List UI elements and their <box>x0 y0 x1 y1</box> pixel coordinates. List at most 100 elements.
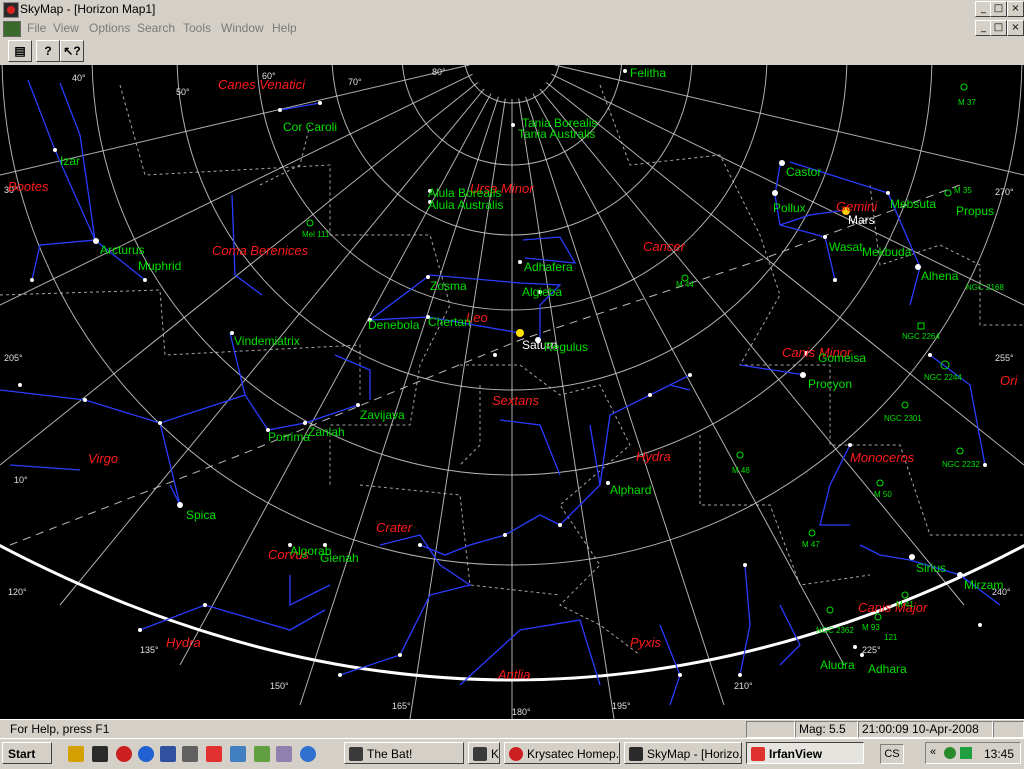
close-button[interactable]: × <box>1007 1 1024 17</box>
dso-label: M 44 <box>676 280 694 289</box>
constellation-label: Canes Venatici <box>218 77 306 92</box>
star-label[interactable]: Zavijava <box>360 408 405 422</box>
constellation-label: Canis Major <box>858 600 928 615</box>
document-icon[interactable] <box>3 21 21 37</box>
open-folder-icon[interactable]: ▤ <box>8 40 32 62</box>
star-label[interactable]: Zosma <box>430 279 467 293</box>
start-button[interactable]: Start <box>2 742 52 764</box>
ie-icon[interactable] <box>138 746 154 762</box>
star-label[interactable]: Procyon <box>808 377 852 391</box>
star-label[interactable]: Mirzam <box>964 578 1003 592</box>
deg-label: 195° <box>612 701 631 711</box>
quicklaunch-icon[interactable] <box>92 746 108 762</box>
star-label[interactable]: Chertan <box>428 315 471 329</box>
floppy-icon[interactable] <box>160 746 176 762</box>
tray-icon[interactable] <box>944 747 956 759</box>
star-label[interactable]: Algieba <box>522 285 562 299</box>
task-k[interactable]: K <box>468 742 500 764</box>
menu-options[interactable]: Options <box>89 21 130 35</box>
deg-label: 40° <box>72 73 86 83</box>
star-label[interactable]: Mebsuta <box>890 197 936 211</box>
doc-maximize-button[interactable]: □ <box>990 20 1007 36</box>
star-label[interactable]: Denebola <box>368 318 420 332</box>
help-icon[interactable]: ? <box>36 40 60 62</box>
dso-label: NGC 2362 <box>816 626 854 635</box>
dso-label: M 48 <box>732 466 750 475</box>
star-label[interactable]: Gomeisa <box>818 351 866 365</box>
menu-window[interactable]: Window <box>221 21 264 35</box>
constellation-label: Hydra <box>166 635 201 650</box>
quicklaunch-icon[interactable] <box>182 746 198 762</box>
dso-label: M 50 <box>874 490 892 499</box>
menu-search[interactable]: Search <box>137 21 175 35</box>
star-label[interactable]: Castor <box>786 165 821 179</box>
menu-help[interactable]: Help <box>272 21 297 35</box>
star-label[interactable]: Spica <box>186 508 216 522</box>
context-help-icon[interactable]: ↖? <box>60 40 84 62</box>
star-label[interactable]: Alhena <box>921 269 959 283</box>
quicklaunch-icon[interactable] <box>276 746 292 762</box>
tray-expand-icon[interactable]: « <box>930 746 936 758</box>
star-label[interactable]: Alula Australis <box>428 198 503 212</box>
saturn-marker[interactable] <box>516 329 524 337</box>
quicklaunch-icon[interactable] <box>254 746 270 762</box>
star-label[interactable]: Felitha <box>630 66 666 80</box>
dso-label: M 37 <box>958 98 976 107</box>
task-irfanview[interactable]: IrfanView <box>746 742 864 764</box>
irfanview-icon[interactable] <box>206 746 222 762</box>
deg-label: 150° <box>270 681 289 691</box>
star-label[interactable]: Adhara <box>868 662 907 676</box>
deg-label: 180° <box>512 707 531 717</box>
quicklaunch-icon[interactable] <box>300 746 316 762</box>
star-label[interactable]: Porrima <box>268 430 310 444</box>
menu-bar: File View Options Search Tools Window He… <box>0 18 1024 38</box>
opera-icon[interactable] <box>116 746 132 762</box>
maximize-button[interactable]: □ <box>990 1 1007 17</box>
deg-label: 210° <box>734 681 753 691</box>
planet-label[interactable]: Mars <box>848 213 875 227</box>
status-help-text: For Help, press F1 <box>10 722 110 736</box>
star-label[interactable]: Tania Australis <box>518 127 595 141</box>
task-label: K <box>491 747 500 761</box>
star-label[interactable]: Alphard <box>610 483 651 497</box>
task-skymap[interactable]: SkyMap - [Horizo... <box>624 742 742 764</box>
star-label[interactable]: Sirius <box>916 561 946 575</box>
star-label[interactable]: Vindemiatrix <box>234 334 300 348</box>
star-label[interactable]: Adhafera <box>524 260 573 274</box>
star-label[interactable]: Cor Caroli <box>283 120 337 134</box>
star-label[interactable]: Aludra <box>820 658 855 672</box>
constellation-label: Gemini <box>836 199 878 214</box>
taskbar-clock[interactable]: 13:45 <box>984 747 1014 761</box>
quicklaunch-icon[interactable] <box>230 746 246 762</box>
star-label[interactable]: Wasat <box>829 240 863 254</box>
menu-file[interactable]: File <box>27 21 46 35</box>
star-label[interactable]: Regulus <box>544 340 588 354</box>
quicklaunch-icon[interactable] <box>68 746 84 762</box>
skymap-app-icon[interactable] <box>3 2 19 18</box>
task-krysatec[interactable]: Krysatec Homep... <box>504 742 620 764</box>
sky-map-canvas[interactable]: 40° 50° 60° 70° 80° 30° 205° 255° 270° 1… <box>0 65 1024 719</box>
menu-tools[interactable]: Tools <box>183 21 211 35</box>
menu-view[interactable]: View <box>53 21 79 35</box>
deg-label: 120° <box>8 587 27 597</box>
star-label[interactable]: Mekbuda <box>862 245 912 259</box>
window-titlebar[interactable]: SkyMap - [Horizon Map1] _ □ × <box>0 0 1024 19</box>
the-bat-icon <box>349 747 363 761</box>
star-label[interactable]: Arcturus <box>100 243 145 257</box>
deg-label: 225° <box>862 645 881 655</box>
star-label[interactable]: Pollux <box>773 201 806 215</box>
dso-label: M 41 <box>896 600 914 609</box>
task-the-bat[interactable]: The Bat! <box>344 742 464 764</box>
star-label[interactable]: Izar <box>60 154 80 168</box>
toolbar: ▤ ? ↖? <box>0 38 1024 66</box>
doc-close-button[interactable]: × <box>1007 20 1024 36</box>
star-label[interactable]: Propus <box>956 204 994 218</box>
language-indicator[interactable]: CS <box>880 744 904 764</box>
deg-label: 70° <box>348 77 362 87</box>
star-label[interactable]: Zaniah <box>308 425 345 439</box>
star-label[interactable]: Muphrid <box>138 259 181 273</box>
star-label[interactable]: Gienah <box>320 551 359 565</box>
task-label: The Bat! <box>367 747 413 761</box>
dso-label: 121 <box>884 633 898 642</box>
tray-icon[interactable] <box>960 747 972 759</box>
